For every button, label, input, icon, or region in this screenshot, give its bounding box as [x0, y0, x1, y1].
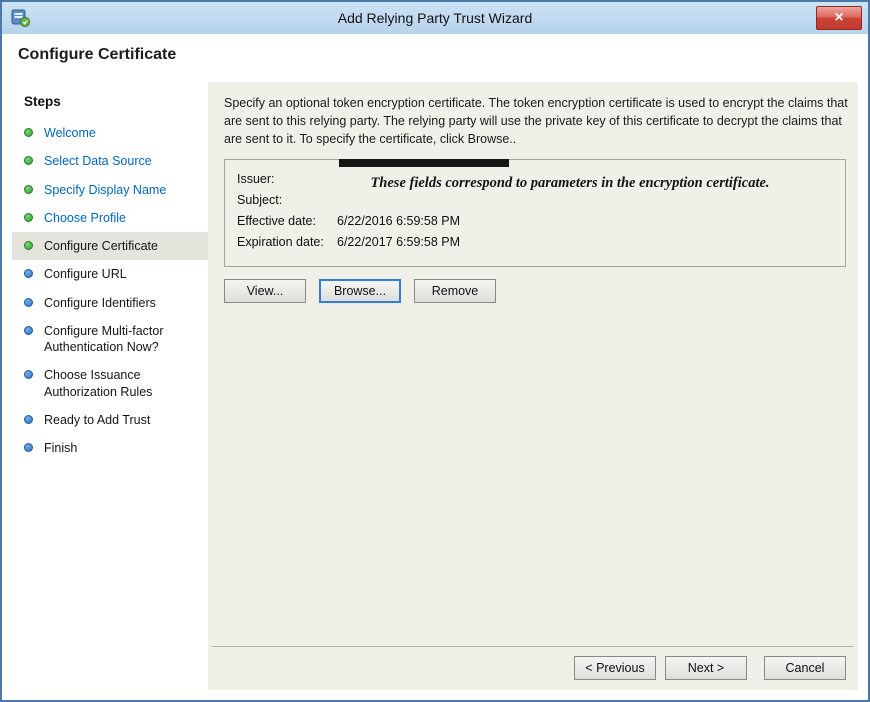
- sidebar-item-label: Welcome: [44, 126, 96, 140]
- step-status-dot: [24, 298, 33, 307]
- step-status-dot: [24, 269, 33, 278]
- certificate-field-value: 6/22/2016 6:59:58 PM: [337, 214, 460, 231]
- step-status-dot: [24, 156, 33, 165]
- titlebar: Add Relying Party Trust Wizard ×: [2, 2, 868, 34]
- wizard-window: Add Relying Party Trust Wizard × Configu…: [0, 0, 870, 702]
- certificate-fields: Issuer: Subject: Effective date: 6/22/20…: [237, 172, 835, 252]
- certificate-button-row: View... Browse... Remove: [224, 279, 848, 303]
- sidebar-item-select-data-source[interactable]: Select Data Source: [12, 147, 208, 175]
- instruction-text: Specify an optional token encryption cer…: [224, 95, 848, 148]
- sidebar-item-configure-url: Configure URL: [12, 260, 208, 288]
- sidebar-item-choose-profile[interactable]: Choose Profile: [12, 204, 208, 232]
- page-header: Configure Certificate: [2, 34, 868, 76]
- certificate-field-value: 6/22/2017 6:59:58 PM: [337, 235, 460, 252]
- sidebar-item-label: Configure Multi-factor Authentication No…: [44, 324, 164, 354]
- step-status-dot: [24, 370, 33, 379]
- page-content: Specify an optional token encryption cer…: [208, 82, 858, 646]
- step-status-dot: [24, 128, 33, 137]
- step-status-dot: [24, 241, 33, 250]
- sidebar-item-label: Select Data Source: [44, 154, 152, 168]
- sidebar-item-ready-to-add-trust: Ready to Add Trust: [12, 406, 208, 434]
- browse-button[interactable]: Browse...: [319, 279, 401, 303]
- step-status-dot: [24, 185, 33, 194]
- view-button[interactable]: View...: [224, 279, 306, 303]
- sidebar-item-configure-multi-factor-authentication-now: Configure Multi-factor Authentication No…: [12, 317, 208, 362]
- sidebar-item-label: Specify Display Name: [44, 183, 166, 197]
- sidebar-item-specify-display-name[interactable]: Specify Display Name: [12, 176, 208, 204]
- main-panel: Specify an optional token encryption cer…: [208, 82, 858, 690]
- step-status-dot: [24, 213, 33, 222]
- wizard-body: Steps Welcome Select Data Source Specify…: [12, 82, 858, 690]
- close-icon: ×: [834, 9, 843, 26]
- remove-button[interactable]: Remove: [414, 279, 496, 303]
- steps-list: Welcome Select Data Source Specify Displ…: [12, 119, 208, 462]
- sidebar-item-label: Choose Issuance Authorization Rules: [44, 368, 152, 398]
- certificate-field-label: Subject:: [237, 193, 337, 210]
- steps-sidebar: Steps Welcome Select Data Source Specify…: [12, 82, 208, 690]
- certificate-field-label: Expiration date:: [237, 235, 337, 252]
- next-button[interactable]: Next >: [665, 656, 747, 680]
- certificate-field-row: Effective date: 6/22/2016 6:59:58 PM: [237, 214, 835, 231]
- page-title: Configure Certificate: [18, 46, 176, 64]
- sidebar-item-configure-identifiers: Configure Identifiers: [12, 289, 208, 317]
- certificate-field-row: Expiration date: 6/22/2017 6:59:58 PM: [237, 235, 835, 252]
- sidebar-item-finish: Finish: [12, 434, 208, 462]
- sidebar-item-label: Choose Profile: [44, 211, 126, 225]
- step-status-dot: [24, 415, 33, 424]
- wizard-icon: [11, 8, 31, 28]
- certificate-details-box: These fields correspond to parameters in…: [224, 159, 846, 267]
- step-status-dot: [24, 443, 33, 452]
- steps-heading: Steps: [12, 88, 208, 119]
- sidebar-item-label: Configure URL: [44, 267, 127, 281]
- sidebar-item-configure-certificate[interactable]: Configure Certificate: [12, 232, 208, 260]
- certificate-field-row: Subject:: [237, 193, 835, 210]
- window-title: Add Relying Party Trust Wizard: [2, 2, 868, 34]
- redaction-mark: [339, 159, 509, 167]
- wizard-footer: < Previous Next > Cancel: [212, 646, 854, 690]
- sidebar-item-label: Configure Identifiers: [44, 296, 156, 310]
- step-status-dot: [24, 326, 33, 335]
- certificate-field-label: Effective date:: [237, 214, 337, 231]
- certificate-field-row: Issuer:: [237, 172, 835, 189]
- sidebar-item-choose-issuance-authorization-rules: Choose Issuance Authorization Rules: [12, 361, 208, 406]
- sidebar-item-label: Finish: [44, 441, 77, 455]
- sidebar-item-welcome[interactable]: Welcome: [12, 119, 208, 147]
- close-button[interactable]: ×: [816, 6, 862, 30]
- previous-button[interactable]: < Previous: [574, 656, 656, 680]
- certificate-field-label: Issuer:: [237, 172, 337, 189]
- sidebar-item-label: Ready to Add Trust: [44, 413, 150, 427]
- cancel-button[interactable]: Cancel: [764, 656, 846, 680]
- sidebar-item-label: Configure Certificate: [44, 239, 158, 253]
